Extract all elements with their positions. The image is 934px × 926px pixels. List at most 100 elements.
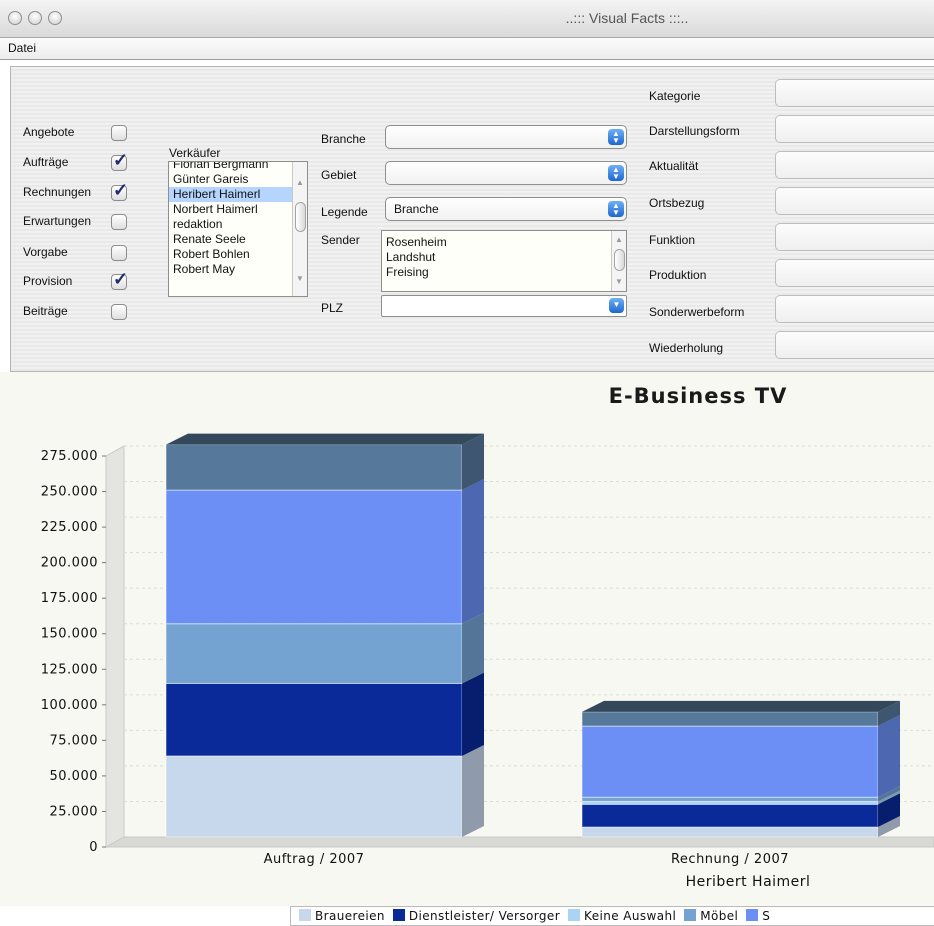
produktion-label: Produktion [649,268,707,282]
gebiet-label: Gebiet [321,168,357,182]
legend-swatch [684,909,697,921]
list-item[interactable]: Norbert Haimerl [169,202,307,217]
list-item[interactable]: Robert May [169,262,307,277]
legend-swatch [299,909,311,921]
y-axis-tick-label: 0 [89,840,98,855]
list-item[interactable]: Günter Gareis [169,172,307,187]
stacked-bar-chart: E-Business TV 0 25.000 50.000 75.000 100.000… [0,372,934,906]
menu-bar: Datei [0,38,934,60]
branche-label: Branche [321,132,366,146]
legend-label: S [762,909,771,923]
bar-segment-side [462,744,484,837]
legend-item: S [746,909,770,923]
funktion-field[interactable] [775,223,934,251]
checkbox-beitraege[interactable] [111,304,127,320]
bar-segment-side [878,715,900,798]
checkbox-label-vorgabe: Vorgabe [23,245,68,259]
darstellungsform-field[interactable] [775,115,934,143]
legend-item: Keine Auswahl [568,909,676,923]
list-item[interactable]: Rosenheim [382,235,626,250]
legend-item: Möbel [684,909,738,923]
kategorie-label: Kategorie [649,89,701,103]
aktualitaet-label: Aktualität [649,159,699,173]
kategorie-field[interactable] [775,79,934,107]
scroll-down-icon[interactable]: ▼ [296,274,304,283]
dropdown-arrow-icon[interactable]: ▼ [609,298,624,313]
legend-item: Dienstleister/ Versorger [392,909,561,923]
legend-label: Keine Auswahl [584,909,677,923]
list-item[interactable]: Landshut [382,250,626,265]
list-item[interactable]: Renate Seele [169,232,307,247]
y-axis-tick-label: 175.000 [41,591,98,606]
x-axis-category-label: Auftrag / 2007 [264,852,365,867]
verkaeufer-list[interactable]: Florian Bergmann Günter Gareis Heribert … [168,161,308,297]
bar-segment [581,826,879,838]
filter-panel: Angebote Aufträge ✓ Rechnungen ✓ Erwartu… [10,66,934,372]
verkaeufer-scrollbar[interactable]: ▲ ▼ [292,162,307,296]
list-item-selected[interactable]: Heribert Haimerl [169,187,307,202]
bar-segment [165,755,463,838]
list-item[interactable]: redaktion [169,217,307,232]
bar-segment [581,711,879,727]
y-axis-tick-label: 25.000 [50,804,99,819]
checkbox-label-beitraege: Beiträge [23,304,68,318]
produktion-field[interactable] [775,259,934,287]
sender-list[interactable]: Rosenheim Landshut Freising ▲ ▼ [381,230,627,292]
y-axis-tick-label: 125.000 [41,662,98,677]
bar-segment-side [462,612,484,684]
bar-top-face [166,433,484,445]
legend-label: Dienstleister/ Versorger [408,909,561,923]
y-axis-tick-label: 75.000 [50,733,99,748]
list-item[interactable]: Florian Bergmann [169,162,307,172]
legend-item: Brauereien [299,909,385,923]
scroll-up-icon[interactable]: ▲ [296,178,304,187]
plz-label: PLZ [321,301,344,315]
checkbox-rechnungen[interactable]: ✓ [111,180,128,201]
bar-segment [165,444,463,491]
updown-arrows-icon: ▲ ▼ [608,129,624,145]
scroll-up-icon[interactable]: ▲ [615,235,623,244]
sender-scrollbar[interactable]: ▲ ▼ [611,231,626,291]
y-axis-tick-label: 50.000 [50,769,99,784]
bar-segment [165,682,463,757]
y-axis-tick-label: 275.000 [41,449,98,464]
ortsbezug-label: Ortsbezug [649,196,705,210]
chart-x-axis-title: Heribert Haimerl [686,874,811,890]
checkbox-label-auftraege: Aufträge [23,155,69,169]
funktion-label: Funktion [649,233,696,247]
wiederholung-field[interactable] [775,331,934,359]
updown-arrows-icon: ▲ ▼ [608,165,624,181]
check-icon: ✓ [113,150,129,170]
aktualitaet-field[interactable] [775,151,934,179]
ortsbezug-field[interactable] [775,187,934,215]
bar-segment [581,796,879,802]
gebiet-select[interactable]: ▲ ▼ [385,161,627,185]
scroll-down-icon[interactable]: ▼ [615,277,623,286]
legend-swatch [392,909,405,921]
checkbox-label-angebote: Angebote [23,125,75,139]
y-axis-tick-label: 100.000 [41,698,98,713]
wiederholung-label: Wiederholung [649,341,724,355]
checkbox-erwartungen[interactable] [111,214,127,230]
bar-segment [165,623,463,684]
plz-combobox[interactable]: ▼ [381,295,627,317]
scroll-thumb[interactable] [614,249,625,271]
sender-label: Sender [321,233,360,247]
chart-legend: Brauereien Dienstleister/ Versorger Keine … [290,906,934,926]
checkbox-provision[interactable]: ✓ [111,269,128,290]
list-item[interactable]: Freising [382,265,626,280]
checkbox-auftraege[interactable]: ✓ [111,150,128,171]
y-axis-tick-label: 150.000 [41,627,98,642]
menu-datei[interactable]: Datei [8,41,36,55]
checkbox-label-provision: Provision [23,274,73,288]
sonderwerbeform-field[interactable] [775,295,934,323]
branche-select[interactable]: ▲ ▼ [385,125,627,149]
checkbox-angebote[interactable] [111,125,127,141]
list-item[interactable]: Robert Bohlen [169,247,307,262]
legende-select[interactable]: Branche ▲ ▼ [385,197,627,221]
scroll-thumb[interactable] [295,202,306,232]
title-bar: ..::: Visual Facts :::.. [0,0,934,38]
checkbox-vorgabe[interactable] [111,245,127,261]
y-axis-tick-label: 200.000 [41,556,98,571]
bar-top-face [582,700,900,712]
